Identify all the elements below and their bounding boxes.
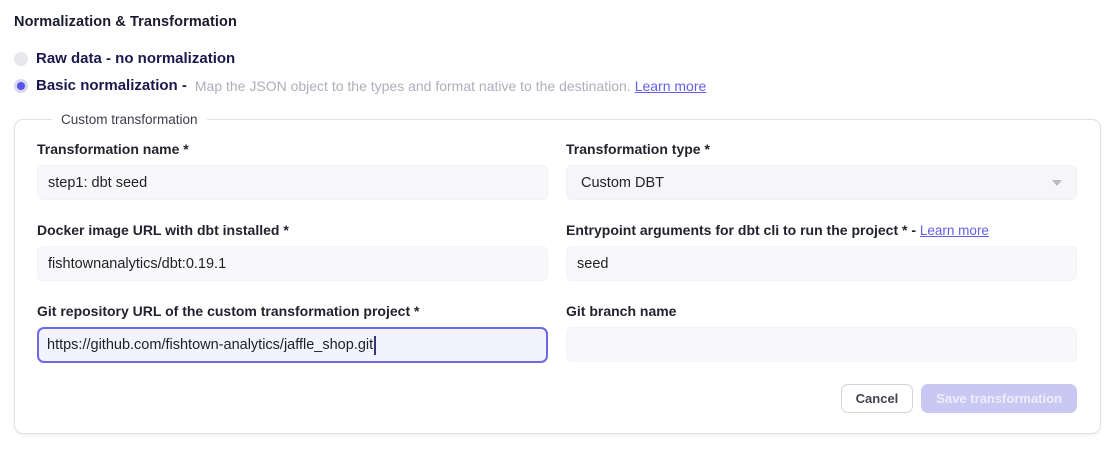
transformation-type-value: Custom DBT — [581, 175, 664, 191]
radio-checked-icon[interactable] — [14, 79, 28, 93]
page-title: Normalization & Transformation — [14, 14, 1101, 30]
field-transformation-type: Transformation type * Custom DBT — [566, 141, 1077, 200]
radio-option-raw-data[interactable]: Raw data - no normalization — [14, 50, 1101, 67]
entrypoint-arguments-input[interactable] — [566, 246, 1077, 281]
transformation-form-grid: Transformation name * Transformation typ… — [37, 141, 1077, 363]
field-docker-image-url: Docker image URL with dbt installed * — [37, 222, 548, 281]
field-transformation-name: Transformation name * — [37, 141, 548, 200]
transformation-name-label: Transformation name * — [37, 141, 548, 157]
text-cursor — [374, 336, 376, 355]
docker-image-url-input[interactable] — [37, 246, 548, 281]
field-git-repository-url: Git repository URL of the custom transfo… — [37, 303, 548, 363]
save-transformation-button[interactable]: Save transformation — [921, 384, 1077, 413]
git-branch-name-label: Git branch name — [566, 303, 1077, 319]
transformation-type-label: Transformation type * — [566, 141, 1077, 157]
entrypoint-arguments-label: Entrypoint arguments for dbt cli to run … — [566, 222, 1077, 238]
chevron-down-icon — [1052, 180, 1062, 186]
transformation-type-select[interactable]: Custom DBT — [566, 165, 1077, 200]
radio-option-basic-normalization[interactable]: Basic normalization - Map the JSON objec… — [14, 77, 1101, 94]
git-repository-url-value: https://github.com/fishtown-analytics/ja… — [47, 337, 373, 353]
basic-normalization-description: Map the JSON object to the types and for… — [195, 78, 631, 94]
radio-option-raw-data-label: Raw data - no normalization — [36, 50, 235, 67]
transformation-name-input[interactable] — [37, 165, 548, 200]
normalization-radio-group: Raw data - no normalization Basic normal… — [14, 50, 1101, 94]
field-git-branch-name: Git branch name — [566, 303, 1077, 363]
custom-transformation-fieldset: Custom transformation Transformation nam… — [14, 112, 1101, 434]
normalization-settings-panel: Normalization & Transformation Raw data … — [0, 0, 1114, 434]
git-repository-url-input[interactable]: https://github.com/fishtown-analytics/ja… — [37, 327, 548, 363]
custom-transformation-legend: Custom transformation — [52, 112, 207, 127]
docker-image-url-label: Docker image URL with dbt installed * — [37, 222, 548, 238]
git-repository-url-label: Git repository URL of the custom transfo… — [37, 303, 548, 319]
radio-option-basic-normalization-label: Basic normalization - — [36, 77, 187, 94]
basic-normalization-learn-more-link[interactable]: Learn more — [635, 78, 707, 94]
field-entrypoint-arguments: Entrypoint arguments for dbt cli to run … — [566, 222, 1077, 281]
git-branch-name-input[interactable] — [566, 327, 1077, 362]
radio-unchecked-icon[interactable] — [14, 52, 28, 66]
entrypoint-arguments-label-text: Entrypoint arguments for dbt cli to run … — [566, 222, 916, 238]
entrypoint-learn-more-link[interactable]: Learn more — [920, 223, 989, 238]
form-actions: Cancel Save transformation — [37, 384, 1077, 413]
cancel-button[interactable]: Cancel — [841, 384, 914, 413]
